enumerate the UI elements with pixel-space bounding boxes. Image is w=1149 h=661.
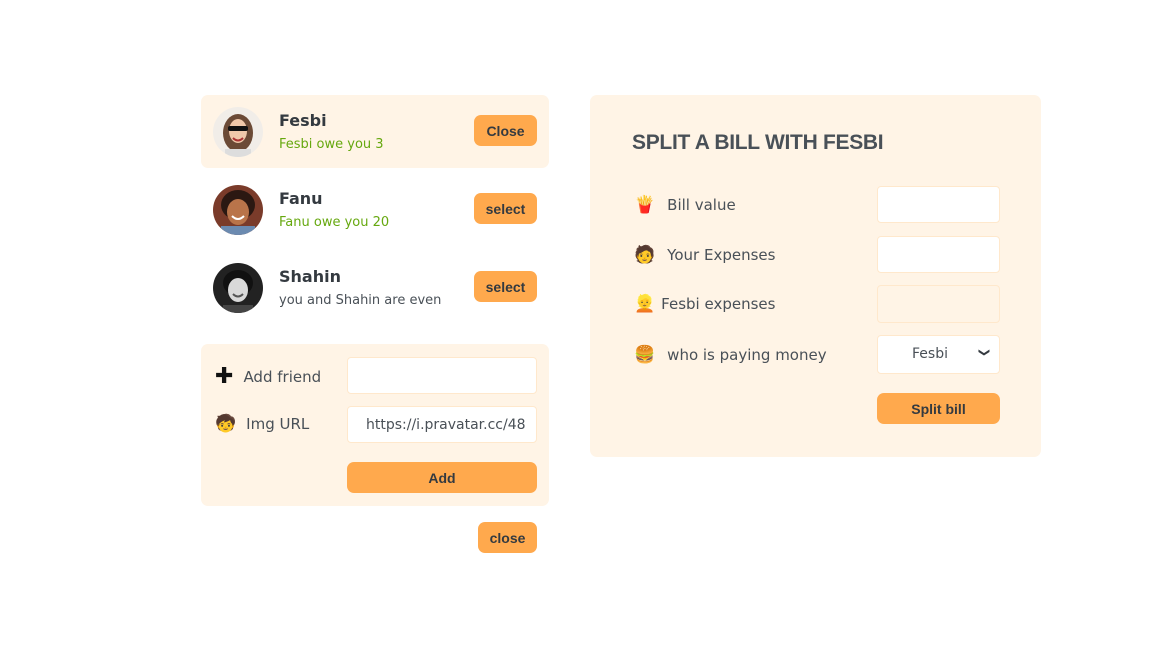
person-face-icon: 🧑 [634,244,656,265]
add-friend-form: ✚ Add friend 🧒 Img URL Add [201,344,549,506]
blond-person-icon: 👱 [634,293,656,314]
avatar-image [213,107,263,157]
split-bill-title: SPLIT A BILL WITH FESBI [632,131,884,154]
friend-balance-status: Fanu owe you 20 [279,215,390,230]
fries-icon: 🍟 [634,194,656,215]
img-url-label-row: 🧒 Img URL [215,415,309,433]
friend-expenses-label-row: 👱 Fesbi expenses [634,295,775,313]
friend-avatar [213,107,263,157]
payer-select[interactable]: Fesbi ❯ [877,335,1000,374]
friend-name: Fanu [279,189,323,208]
bill-value-label-row: 🍟 Bill value [634,196,736,214]
friend-balance-status: Fesbi owe you 3 [279,137,384,152]
payer-label-row: 🍔 who is paying money [634,346,827,364]
avatar-image [213,263,263,313]
eat-n-split-app: Fesbi Fesbi owe you 3 Close Fanu Fanu ow… [0,0,1149,661]
chevron-down-icon: ❯ [977,347,991,358]
select-friend-button[interactable]: select [474,193,537,224]
plus-icon: ✚ [215,364,234,389]
select-friend-button[interactable]: select [474,271,537,302]
bill-value-label: Bill value [667,196,736,214]
add-friend-label-row: ✚ Add friend [215,366,321,388]
bill-value-input[interactable] [877,186,1000,223]
split-bill-button[interactable]: Split bill [877,393,1000,424]
payer-label: who is paying money [667,346,827,364]
img-url-input[interactable] [347,406,537,443]
friend-item-fesbi: Fesbi Fesbi owe you 3 Close [201,95,549,168]
friend-expenses-label: Fesbi expenses [661,295,776,313]
close-form-button[interactable]: close [478,522,537,553]
child-face-icon: 🧒 [215,413,237,434]
friend-expenses-input [877,285,1000,323]
payer-selected-value: Fesbi [912,346,948,362]
your-expenses-label: Your Expenses [667,246,776,264]
your-expenses-label-row: 🧑 Your Expenses [634,246,775,264]
split-bill-form: SPLIT A BILL WITH FESBI 🍟 Bill value 🧑 Y… [590,95,1041,457]
img-url-label: Img URL [246,415,310,433]
add-friend-label: Add friend [243,368,322,386]
add-friend-button[interactable]: Add [347,462,537,493]
friend-name-input[interactable] [347,357,537,394]
avatar-image [213,185,263,235]
friend-name: Fesbi [279,111,327,130]
your-expenses-input[interactable] [877,236,1000,273]
friend-item-shahin: Shahin you and Shahin are even select [201,251,549,324]
friend-avatar [213,185,263,235]
friend-balance-status: you and Shahin are even [279,293,442,308]
friend-name: Shahin [279,267,341,286]
burger-icon: 🍔 [634,344,656,365]
close-friend-button[interactable]: Close [474,115,537,146]
friend-item-fanu: Fanu Fanu owe you 20 select [201,173,549,246]
friend-avatar [213,263,263,313]
